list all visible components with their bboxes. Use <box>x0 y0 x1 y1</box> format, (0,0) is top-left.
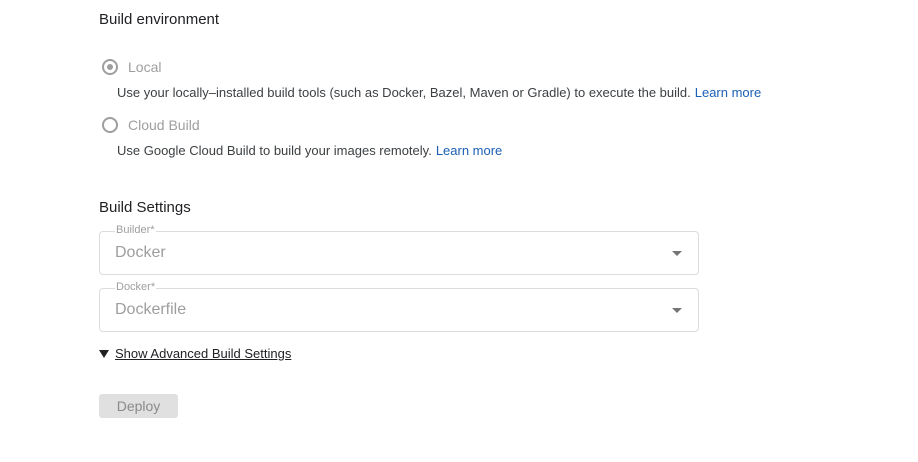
triangle-down-icon[interactable] <box>99 349 109 358</box>
chevron-down-icon[interactable] <box>672 251 682 256</box>
cloud-build-description: Use Google Cloud Build to build your ima… <box>117 143 502 158</box>
builder-select-label: Builder* <box>115 224 156 236</box>
build-config-page: Build environment Local Use your locally… <box>0 0 918 462</box>
local-description: Use your locally–installed build tools (… <box>117 85 761 100</box>
radio-cloud-build[interactable] <box>102 117 118 133</box>
build-environment-title: Build environment <box>99 11 220 28</box>
radio-cloud-build-label: Cloud Build <box>128 117 200 133</box>
advanced-settings-link[interactable]: Show Advanced Build Settings <box>115 346 291 361</box>
docker-select[interactable]: Docker* Dockerfile <box>99 281 699 332</box>
cloud-build-description-text: Use Google Cloud Build to build your ima… <box>117 143 432 158</box>
builder-select-value: Docker <box>115 244 166 261</box>
local-learn-more-link[interactable]: Learn more <box>695 85 761 100</box>
cloud-build-learn-more-link[interactable]: Learn more <box>436 143 502 158</box>
build-settings-title: Build Settings <box>99 199 191 216</box>
docker-select-value: Dockerfile <box>115 301 187 318</box>
radio-local-label: Local <box>128 59 162 75</box>
advanced-settings-toggle[interactable]: Show Advanced Build Settings <box>99 346 291 361</box>
docker-select-label: Docker* <box>115 281 157 293</box>
deploy-button[interactable]: Deploy <box>99 394 178 418</box>
builder-select[interactable]: Builder* Docker <box>99 224 699 275</box>
chevron-down-icon[interactable] <box>672 308 682 313</box>
local-description-text: Use your locally–installed build tools (… <box>117 85 691 100</box>
radio-local[interactable] <box>102 59 118 75</box>
radio-option-local[interactable]: Local <box>102 56 161 78</box>
radio-option-cloud-build[interactable]: Cloud Build <box>102 114 200 136</box>
